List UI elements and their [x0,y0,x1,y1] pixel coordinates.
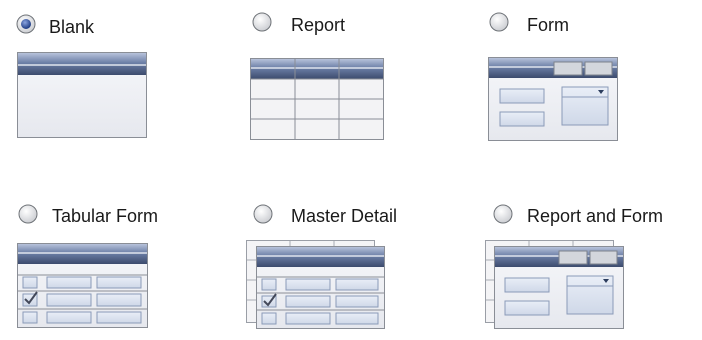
option-label: Tabular Form [52,206,159,226]
report-and-form-page-icon [485,240,624,329]
option-label: Report and Form [527,206,664,226]
radio-unselected-icon[interactable] [253,204,273,224]
radio-unselected-icon[interactable] [489,12,509,32]
radio-unselected-icon[interactable] [493,204,513,224]
master-detail-page-icon [246,240,385,329]
option-label: Master Detail [291,206,398,226]
option-label: Form [527,15,569,35]
radio-selected-icon[interactable] [16,14,36,34]
radio-unselected-icon[interactable] [252,12,272,32]
form-page-icon [488,57,618,141]
option-label: Report [291,15,346,35]
option-label: Blank [49,17,95,37]
blank-page-icon [17,52,147,138]
tabular-form-page-icon [17,243,148,328]
radio-unselected-icon[interactable] [18,204,38,224]
report-page-icon [250,58,384,140]
